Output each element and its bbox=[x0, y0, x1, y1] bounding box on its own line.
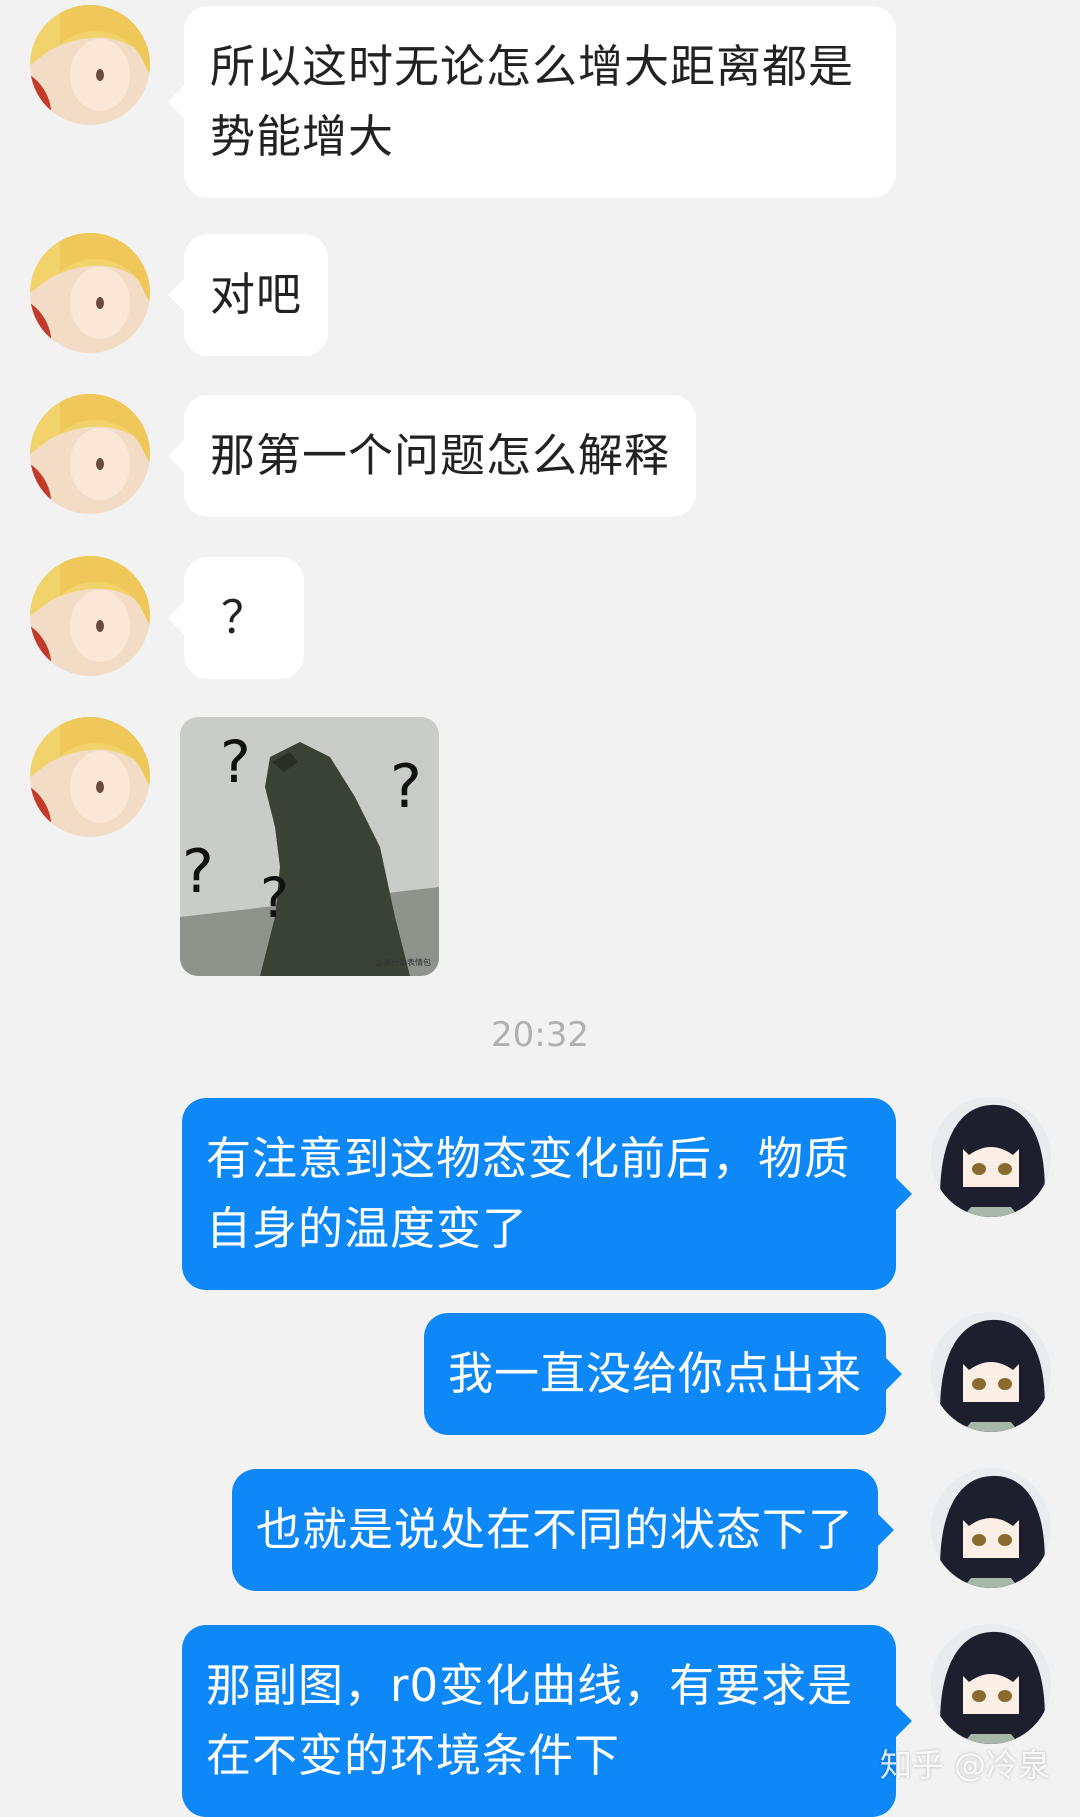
sender-avatar[interactable] bbox=[30, 394, 150, 514]
outgoing-message[interactable]: 也就是说处在不同的状态下了 bbox=[232, 1469, 895, 1591]
question-mark-1: ? bbox=[220, 728, 251, 796]
outgoing-message[interactable]: 有注意到这物态变化前后，物质自身的温度变了 bbox=[182, 1098, 912, 1290]
timestamp: 20:32 bbox=[491, 1015, 589, 1055]
my-avatar[interactable] bbox=[931, 1468, 1051, 1588]
my-avatar[interactable] bbox=[931, 1312, 1051, 1432]
my-avatar[interactable] bbox=[931, 1624, 1051, 1744]
incoming-message[interactable]: 对吧 bbox=[167, 234, 329, 356]
sticker-caption: @高分数表情包 bbox=[375, 957, 431, 967]
question-mark-2: ? bbox=[390, 752, 422, 822]
incoming-message[interactable]: ？ bbox=[168, 557, 304, 679]
question-mark-4: ? bbox=[260, 866, 289, 930]
sticker-image[interactable]: ? ? ? ? @高分数表情包 bbox=[180, 717, 439, 976]
question-mark-3: ? bbox=[182, 837, 214, 907]
sender-avatar[interactable] bbox=[30, 233, 150, 353]
outgoing-message[interactable]: 我一直没给你点出来 bbox=[424, 1313, 903, 1435]
watermark: 知乎 @冷泉 bbox=[879, 1746, 1050, 1784]
sender-avatar[interactable] bbox=[30, 5, 150, 125]
my-avatar[interactable] bbox=[931, 1097, 1051, 1217]
outgoing-message[interactable]: 那副图，r0变化曲线，有要求是在不变的环境条件下 bbox=[182, 1625, 912, 1817]
sender-avatar[interactable] bbox=[30, 556, 150, 676]
sender-avatar[interactable] bbox=[30, 717, 150, 837]
incoming-message[interactable]: 所以这时无论怎么增大距离都是势能增大 bbox=[168, 6, 896, 198]
incoming-message[interactable]: 那第一个问题怎么解释 bbox=[167, 395, 697, 517]
